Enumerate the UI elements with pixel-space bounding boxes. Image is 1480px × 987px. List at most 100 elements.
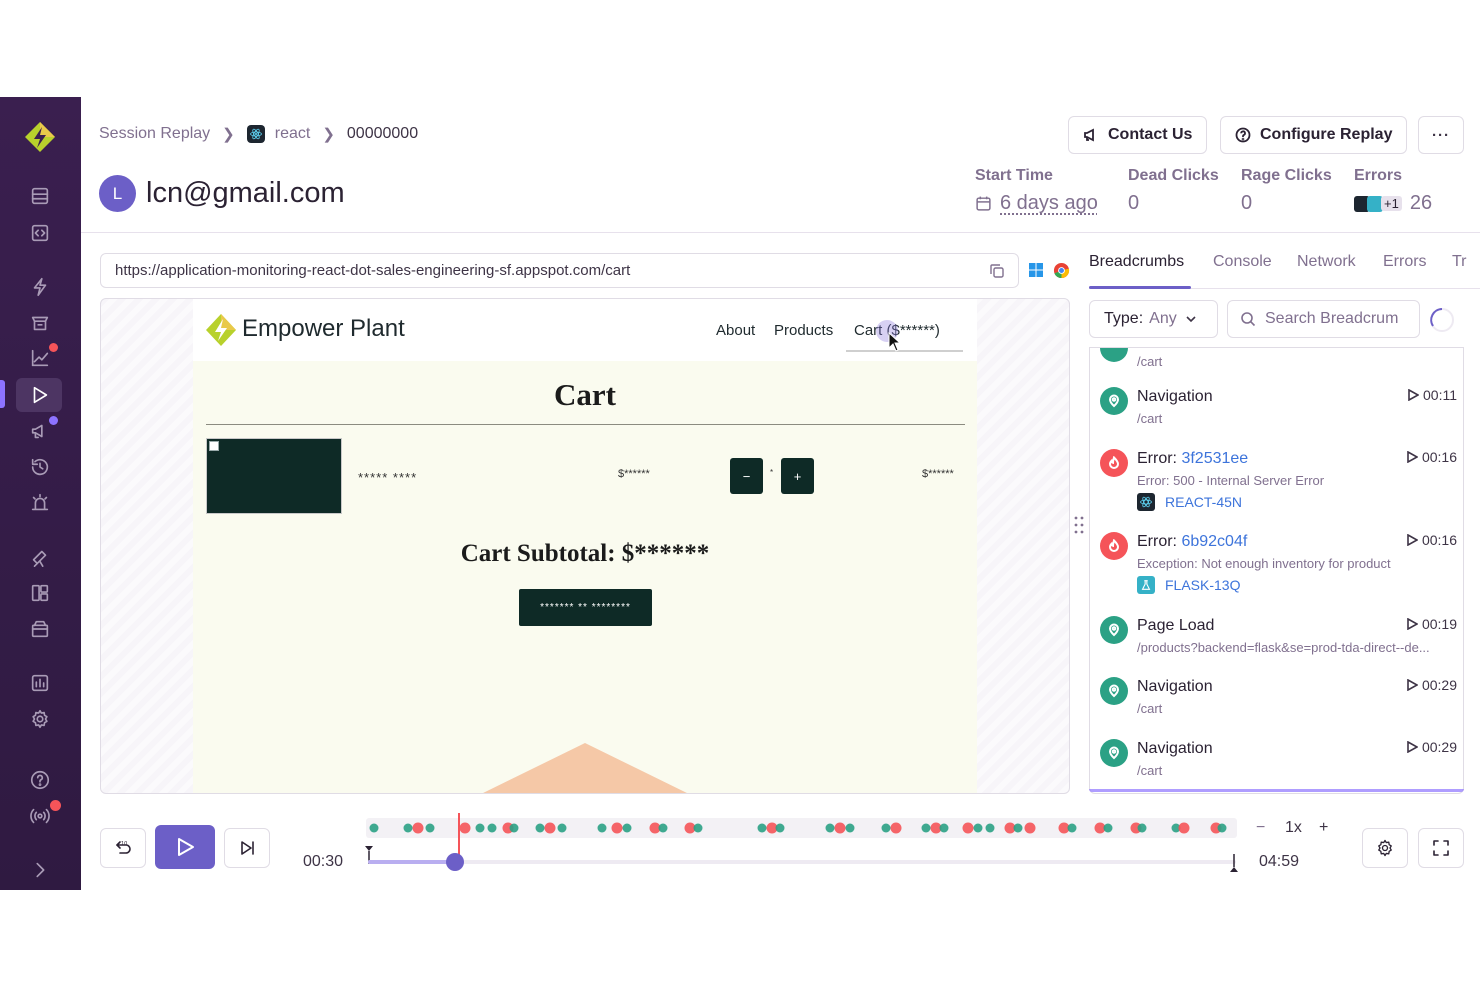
skip-next-button[interactable] — [224, 828, 270, 868]
metric-rage-clicks: Rage Clicks 0 — [1241, 167, 1332, 215]
breadcrumb-subtitle: /products?backend=flask&se=prod-tda-dire… — [1137, 640, 1430, 655]
archive-icon[interactable] — [27, 616, 53, 642]
replay-app: Session Replay ❯ react ❯ 00000000 L lcn@… — [0, 97, 1480, 890]
search-placeholder: Search Breadcrum — [1265, 310, 1399, 327]
mouse-cursor-icon — [888, 332, 902, 352]
megaphone-icon — [1084, 128, 1094, 142]
issue-link[interactable]: FLASK-13Q — [1137, 576, 1240, 594]
breadcrumb-project[interactable]: react — [275, 125, 311, 143]
breadcrumb-timestamp[interactable]: 00:11 — [1408, 387, 1457, 403]
sentry-logo-icon[interactable] — [24, 121, 56, 153]
releases-history-icon[interactable] — [27, 454, 53, 480]
cart-divider — [206, 424, 965, 425]
breadcrumb-session-replay[interactable]: Session Replay — [99, 125, 210, 143]
breadcrumb-timestamp[interactable]: 00:16 — [1407, 449, 1457, 465]
error-id-link[interactable]: 3f2531ee — [1181, 450, 1248, 467]
metric-label: Dead Clicks — [1128, 167, 1219, 184]
issue-short-id: FLASK-13Q — [1165, 577, 1241, 593]
player-settings-button[interactable] — [1362, 828, 1408, 868]
expand-sidebar-chevron-icon[interactable] — [27, 857, 53, 883]
line-total: $****** — [922, 468, 954, 480]
rewind-10s-button[interactable]: 10 — [100, 828, 146, 868]
site-nav-about[interactable]: About — [716, 322, 755, 339]
empower-plant-logo-icon — [206, 314, 236, 346]
speed-decrease-button[interactable]: − — [1256, 819, 1265, 837]
discover-telescope-icon[interactable] — [27, 544, 53, 570]
performance-icon[interactable] — [27, 274, 53, 300]
breadcrumb-timestamp[interactable]: 00:19 — [1407, 616, 1457, 632]
errors-value[interactable]: +1 26 — [1354, 192, 1432, 215]
tab-network[interactable]: Network — [1297, 253, 1356, 271]
contact-us-button[interactable]: Contact Us — [1068, 116, 1208, 154]
breadcrumb-timestamp[interactable]: 00:16 — [1407, 532, 1457, 548]
alerts-siren-icon[interactable] — [27, 490, 53, 516]
breadcrumb-timestamp[interactable]: 00:29 — [1407, 739, 1457, 755]
metric-label: Start Time — [975, 167, 1053, 184]
issue-link[interactable]: REACT-45N — [1137, 493, 1242, 511]
panel-tabs: Breadcrumbs Console Network Errors Tr — [1089, 253, 1480, 287]
react-platform-icon — [1137, 493, 1155, 511]
timeline-track[interactable] — [368, 860, 1236, 864]
breadcrumb-subtitle: /cart — [1137, 763, 1163, 778]
search-icon — [1241, 312, 1256, 327]
type-filter-dropdown[interactable]: Type: Any — [1089, 300, 1218, 338]
navigation-pin-icon — [1100, 387, 1128, 415]
play-button[interactable] — [155, 825, 215, 869]
projects-icon[interactable] — [27, 220, 53, 246]
timeline-events-strip[interactable] — [366, 818, 1237, 838]
replay-url-bar[interactable]: https://application-monitoring-react-dot… — [100, 253, 1019, 288]
breadcrumb-title: Error: 3f2531ee — [1137, 450, 1248, 468]
tab-breadcrumbs[interactable]: Breadcrumbs — [1089, 253, 1184, 271]
pageload-icon — [1100, 616, 1128, 644]
site-nav-products[interactable]: Products — [774, 322, 833, 339]
playback-speed[interactable]: 1x — [1285, 819, 1302, 837]
breadcrumb-separator-icon: ❯ — [322, 126, 335, 143]
rage-clicks-value: 0 — [1241, 192, 1253, 214]
fullscreen-button[interactable] — [1418, 828, 1464, 868]
breadcrumb-title: Navigation — [1137, 678, 1213, 695]
breadcrumb-title: Page Load — [1137, 617, 1215, 634]
settings-gear-icon[interactable] — [27, 706, 53, 732]
dashboards-grid-icon[interactable] — [27, 580, 53, 606]
tab-console[interactable]: Console — [1213, 253, 1272, 271]
play-small-icon — [1408, 389, 1419, 401]
avatar: L — [99, 175, 136, 212]
chrome-browser-icon — [1053, 262, 1070, 279]
qty-decrease-button[interactable]: − — [730, 458, 763, 494]
timeline-scrubber-handle[interactable] — [446, 853, 464, 871]
broadcast-icon[interactable] — [27, 803, 53, 829]
site-navbar: Empower Plant About Products Cart ($****… — [193, 299, 977, 361]
breadcrumb-subtitle: Error: 500 - Internal Server Error — [1137, 473, 1325, 488]
replays-play-icon[interactable] — [27, 382, 53, 408]
issue-short-id: REACT-45N — [1165, 494, 1243, 510]
error-id-link[interactable]: 6b92c04f — [1181, 533, 1247, 550]
qty-increase-button[interactable]: + — [781, 458, 814, 494]
help-icon[interactable] — [27, 767, 53, 793]
configure-replay-label: Configure Replay — [1260, 126, 1393, 143]
breadcrumb-subtitle: Exception: Not enough inventory for prod… — [1137, 556, 1391, 571]
tab-errors[interactable]: Errors — [1383, 253, 1427, 271]
breadcrumb-timestamp[interactable]: 00:29 — [1407, 677, 1457, 693]
speed-increase-button[interactable]: + — [1319, 819, 1328, 837]
stats-icon[interactable] — [27, 670, 53, 696]
duration: 04:59 — [1259, 853, 1300, 870]
more-options-button[interactable]: ··· — [1418, 116, 1464, 154]
play-small-icon — [1407, 451, 1418, 463]
start-time-value[interactable]: 6 days ago — [975, 192, 1098, 215]
checkout-button[interactable]: ******* ** ******** — [519, 589, 652, 626]
loading-spinner-icon — [1430, 308, 1454, 332]
svg-text:10: 10 — [121, 841, 127, 847]
breadcrumb-list: /cart Navigation /cart 00:11 Error: 3f25… — [1089, 347, 1464, 794]
replay-viewport[interactable]: Empower Plant About Products Cart ($****… — [100, 298, 1070, 794]
profiling-icon[interactable] — [27, 310, 53, 336]
resize-drag-handle-icon[interactable] — [1073, 515, 1085, 535]
copy-icon[interactable] — [988, 262, 1006, 280]
react-project-icon — [246, 125, 265, 143]
breadcrumb: Session Replay ❯ react ❯ 00000000 — [99, 125, 418, 143]
navigation-pin-icon — [1100, 677, 1128, 705]
tab-trace[interactable]: Tr — [1452, 253, 1467, 271]
qty-value: * — [770, 468, 774, 477]
issues-icon[interactable] — [27, 183, 53, 209]
configure-replay-button[interactable]: Configure Replay — [1220, 116, 1408, 154]
breadcrumb-search-input[interactable]: Search Breadcrum — [1227, 300, 1420, 338]
